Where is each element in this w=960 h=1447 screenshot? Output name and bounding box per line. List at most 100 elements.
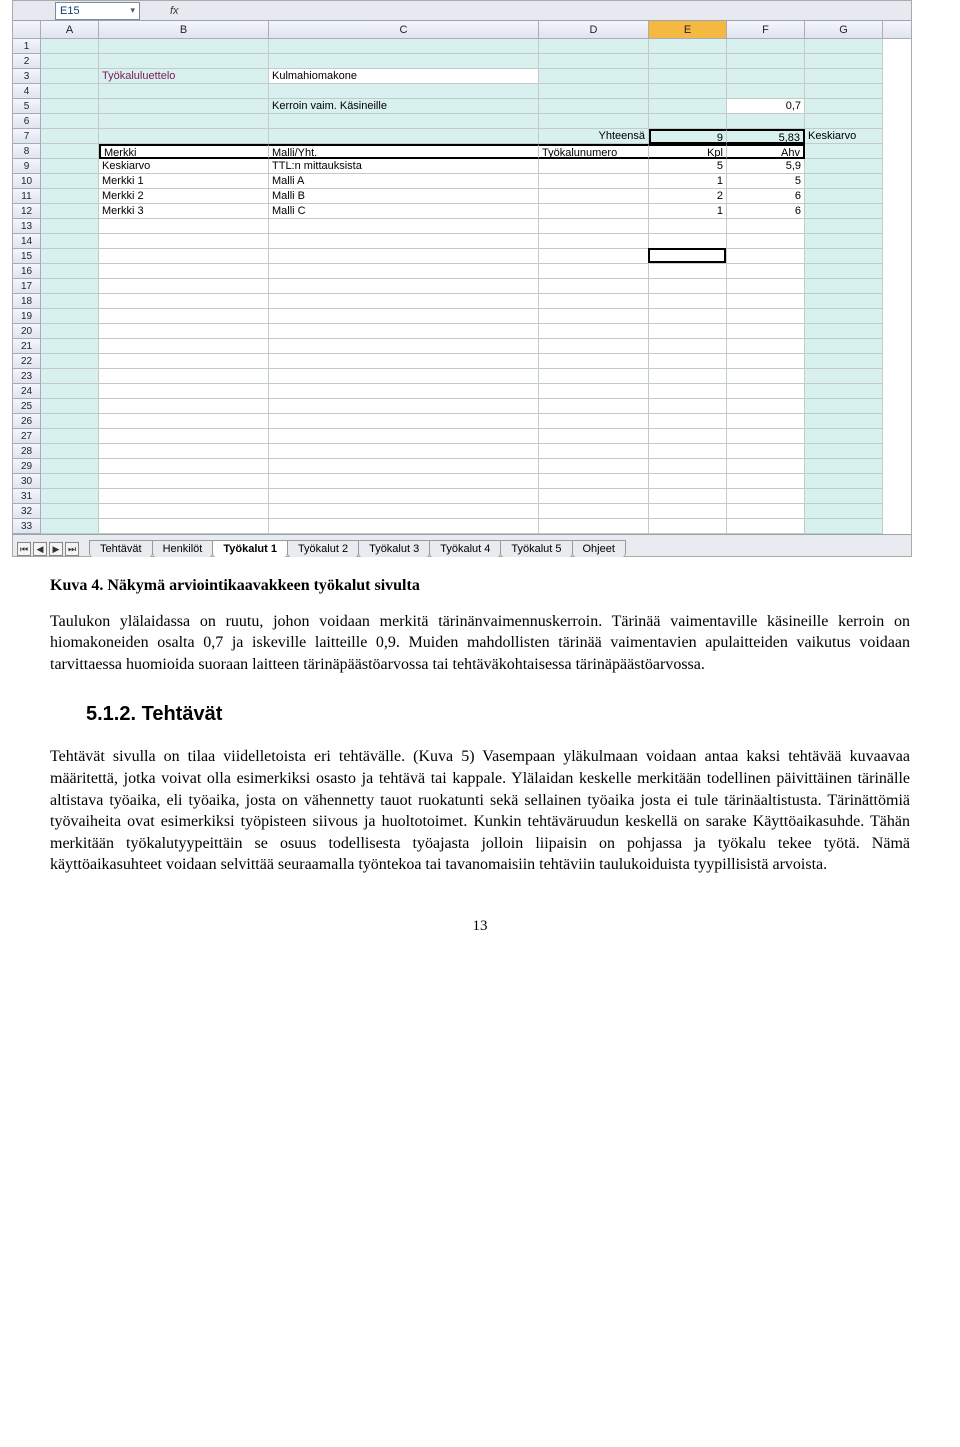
cell-D12[interactable]	[539, 204, 649, 219]
cell-E12[interactable]: 1	[649, 204, 727, 219]
tab-nav-next-icon[interactable]: ▶	[49, 542, 63, 556]
cell-G23[interactable]	[805, 369, 883, 384]
cell-D27[interactable]	[539, 429, 649, 444]
cell-G27[interactable]	[805, 429, 883, 444]
sheet-tab-työkalut-4[interactable]: Työkalut 4	[429, 540, 501, 557]
cell-D31[interactable]	[539, 489, 649, 504]
cell-A13[interactable]	[41, 219, 99, 234]
cell-C28[interactable]	[269, 444, 539, 459]
cell-A23[interactable]	[41, 369, 99, 384]
cell-F28[interactable]	[727, 444, 805, 459]
row-header-24[interactable]: 24	[13, 384, 41, 399]
col-header-E[interactable]: E	[649, 21, 727, 38]
cell-D14[interactable]	[539, 234, 649, 249]
cell-E25[interactable]	[649, 399, 727, 414]
cell-D6[interactable]	[539, 114, 649, 129]
cell-C30[interactable]	[269, 474, 539, 489]
cell-G5[interactable]	[805, 99, 883, 114]
cell-C17[interactable]	[269, 279, 539, 294]
cell-B32[interactable]	[99, 504, 269, 519]
cell-B3[interactable]: Työkaluluettelo	[99, 69, 269, 84]
cell-G12[interactable]	[805, 204, 883, 219]
row-header-12[interactable]: 12	[13, 204, 41, 219]
cell-A12[interactable]	[41, 204, 99, 219]
cell-A7[interactable]	[41, 129, 99, 144]
row-header-11[interactable]: 11	[13, 189, 41, 204]
cell-B16[interactable]	[99, 264, 269, 279]
cell-E15[interactable]	[649, 249, 727, 264]
cell-C8[interactable]: Malli/Yht.	[269, 144, 539, 159]
tab-nav-prev-icon[interactable]: ◀	[33, 542, 47, 556]
name-box[interactable]: E15 ▾	[55, 2, 140, 20]
cell-E8[interactable]: Kpl	[649, 144, 727, 159]
cell-E18[interactable]	[649, 294, 727, 309]
cell-C9[interactable]: TTL:n mittauksista	[269, 159, 539, 174]
row-header-14[interactable]: 14	[13, 234, 41, 249]
row-header-28[interactable]: 28	[13, 444, 41, 459]
cell-E29[interactable]	[649, 459, 727, 474]
cell-E3[interactable]	[649, 69, 727, 84]
cell-G30[interactable]	[805, 474, 883, 489]
cell-F33[interactable]	[727, 519, 805, 534]
sheet-tab-tehtävät[interactable]: Tehtävät	[89, 540, 153, 557]
sheet-tab-työkalut-5[interactable]: Työkalut 5	[500, 540, 572, 557]
row-header-19[interactable]: 19	[13, 309, 41, 324]
cell-A15[interactable]	[41, 249, 99, 264]
cell-C32[interactable]	[269, 504, 539, 519]
cell-D28[interactable]	[539, 444, 649, 459]
cell-A6[interactable]	[41, 114, 99, 129]
cell-C20[interactable]	[269, 324, 539, 339]
cell-D20[interactable]	[539, 324, 649, 339]
cell-D26[interactable]	[539, 414, 649, 429]
cells-region[interactable]: TyökaluluetteloKulmahiomakoneKerroin vai…	[41, 39, 911, 534]
cell-G20[interactable]	[805, 324, 883, 339]
cell-D10[interactable]	[539, 174, 649, 189]
cell-B11[interactable]: Merkki 2	[99, 189, 269, 204]
cell-E16[interactable]	[649, 264, 727, 279]
row-header-1[interactable]: 1	[13, 39, 41, 54]
cell-B10[interactable]: Merkki 1	[99, 174, 269, 189]
cell-E33[interactable]	[649, 519, 727, 534]
cell-G28[interactable]	[805, 444, 883, 459]
cell-B2[interactable]	[99, 54, 269, 69]
sheet-tab-työkalut-1[interactable]: Työkalut 1	[212, 540, 288, 557]
cell-C29[interactable]	[269, 459, 539, 474]
cell-B15[interactable]	[99, 249, 269, 264]
cell-E6[interactable]	[649, 114, 727, 129]
cell-B9[interactable]: Keskiarvo	[99, 159, 269, 174]
cell-E5[interactable]	[649, 99, 727, 114]
cell-C21[interactable]	[269, 339, 539, 354]
cell-F4[interactable]	[727, 84, 805, 99]
cell-E30[interactable]	[649, 474, 727, 489]
cell-E2[interactable]	[649, 54, 727, 69]
cell-E4[interactable]	[649, 84, 727, 99]
cell-F19[interactable]	[727, 309, 805, 324]
cell-F29[interactable]	[727, 459, 805, 474]
cell-A16[interactable]	[41, 264, 99, 279]
fx-label[interactable]: fx	[170, 5, 179, 17]
row-header-33[interactable]: 33	[13, 519, 41, 534]
col-header-B[interactable]: B	[99, 21, 269, 38]
cell-A33[interactable]	[41, 519, 99, 534]
cell-G18[interactable]	[805, 294, 883, 309]
cell-F15[interactable]	[727, 249, 805, 264]
cell-C4[interactable]	[269, 84, 539, 99]
cell-E17[interactable]	[649, 279, 727, 294]
cell-B1[interactable]	[99, 39, 269, 54]
cell-C10[interactable]: Malli A	[269, 174, 539, 189]
row-header-30[interactable]: 30	[13, 474, 41, 489]
cell-F23[interactable]	[727, 369, 805, 384]
cell-G3[interactable]	[805, 69, 883, 84]
cell-G7[interactable]: Keskiarvo	[805, 129, 883, 144]
cell-B33[interactable]	[99, 519, 269, 534]
row-header-13[interactable]: 13	[13, 219, 41, 234]
cell-D22[interactable]	[539, 354, 649, 369]
cell-E7[interactable]: 9	[649, 129, 727, 144]
cell-C19[interactable]	[269, 309, 539, 324]
row-header-17[interactable]: 17	[13, 279, 41, 294]
cell-F18[interactable]	[727, 294, 805, 309]
cell-G2[interactable]	[805, 54, 883, 69]
cell-B18[interactable]	[99, 294, 269, 309]
row-header-31[interactable]: 31	[13, 489, 41, 504]
cell-G33[interactable]	[805, 519, 883, 534]
